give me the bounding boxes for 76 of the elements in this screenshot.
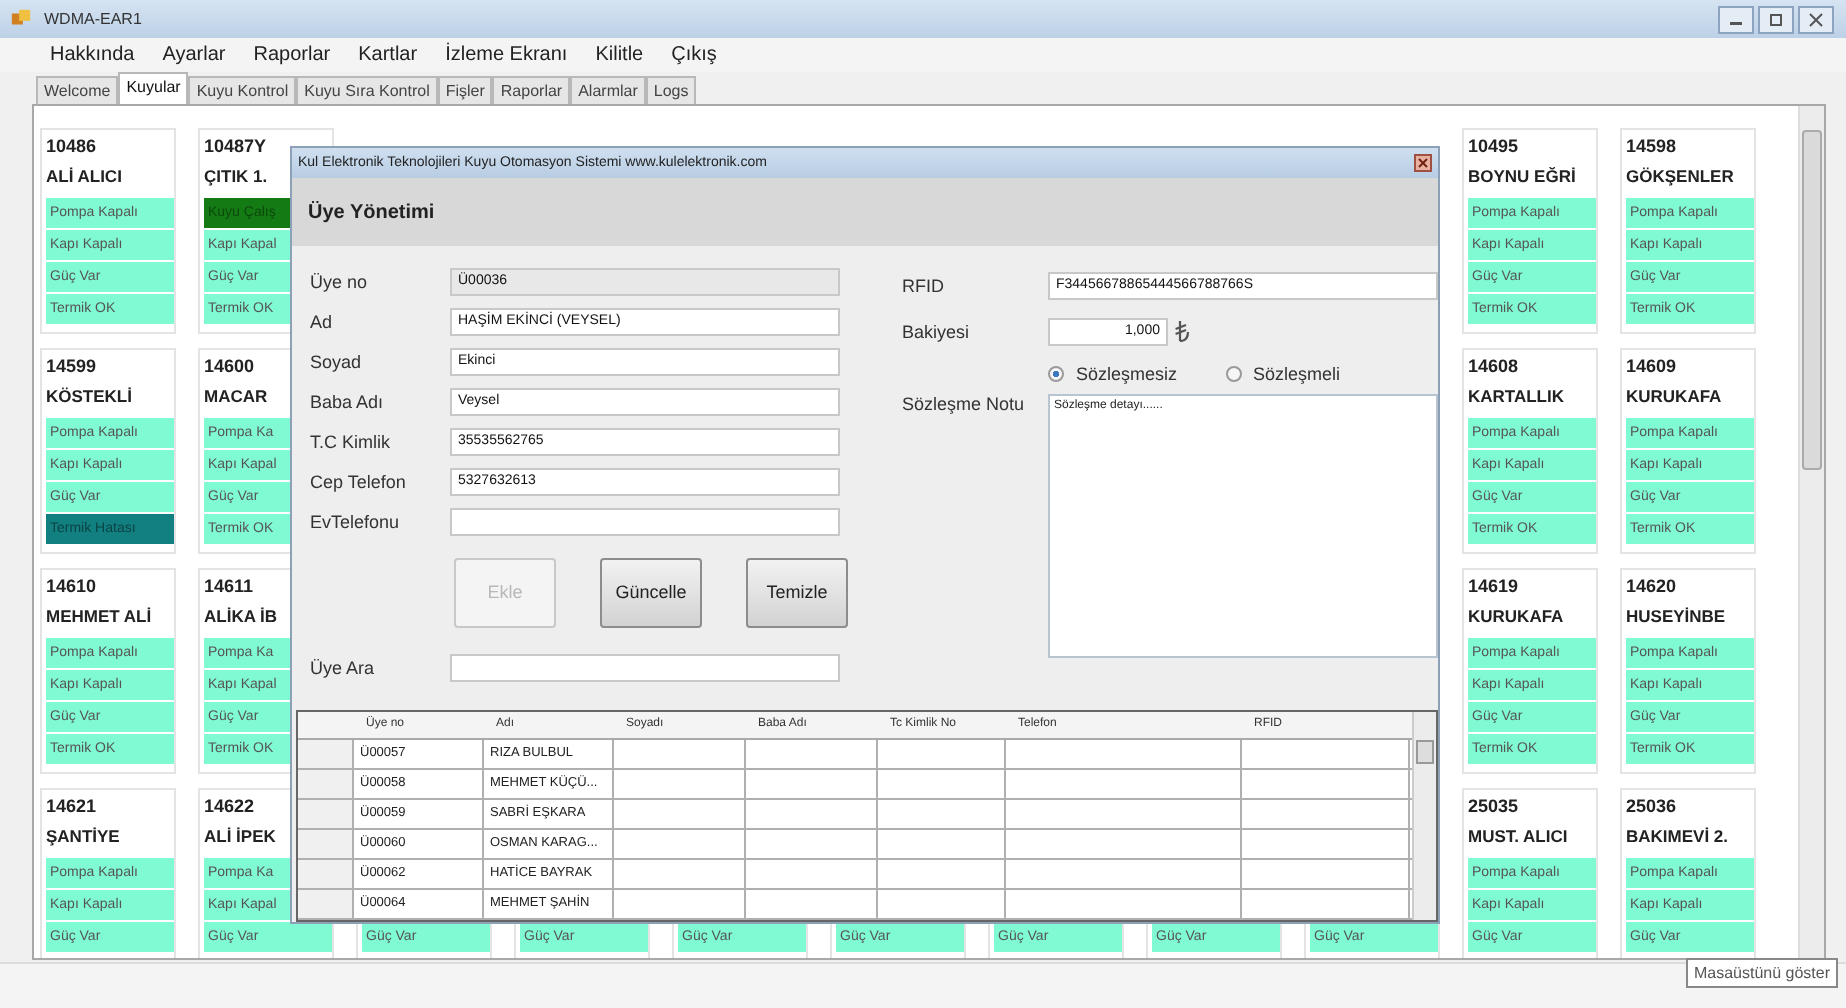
radio-option[interactable]: Sözleşmesiz xyxy=(1048,364,1178,384)
field-label: Sözleşme Notu xyxy=(902,394,1027,414)
well-name: KARTALLIK xyxy=(1468,384,1564,410)
well-name: BOYNU EĞRİ xyxy=(1468,164,1576,190)
well-name: MACAR xyxy=(204,384,268,410)
tooltip: Masaüstünü göster xyxy=(1685,958,1838,988)
menu-item[interactable]: Raporlar xyxy=(253,44,331,66)
tab[interactable]: Raporlar xyxy=(492,76,571,104)
field-label: Bakiyesi xyxy=(902,321,972,341)
well-number: 10487Y xyxy=(204,134,267,158)
well-name: MUST. ALICI xyxy=(1468,824,1568,850)
well-number: 14609 xyxy=(1626,354,1677,378)
well-number: 14608 xyxy=(1468,354,1519,378)
close-icon xyxy=(1806,11,1826,27)
lira-icon xyxy=(1174,320,1190,342)
action-button[interactable]: Güncelle xyxy=(600,557,702,628)
close-button[interactable] xyxy=(1798,5,1834,33)
scrollbar[interactable] xyxy=(1798,106,1824,958)
app-icon xyxy=(10,8,32,30)
well-number: 14621 xyxy=(46,794,97,818)
input-field[interactable] xyxy=(450,507,840,536)
well-number: 14600 xyxy=(204,354,255,378)
menu-item[interactable]: Ayarlar xyxy=(162,44,226,66)
row-header[interactable] xyxy=(298,800,354,828)
radio-option[interactable]: Sözleşmeli xyxy=(1225,364,1341,384)
maximize-icon xyxy=(1766,11,1786,27)
well-number: 25036 xyxy=(1626,794,1677,818)
well-number: 25035 xyxy=(1468,794,1519,818)
menu-item[interactable]: İzleme Ekranı xyxy=(445,44,568,66)
search-field[interactable] xyxy=(450,654,840,683)
tab[interactable]: Kuyular xyxy=(118,72,189,104)
window-title: WDMA-EAR1 xyxy=(44,10,142,28)
tab[interactable]: Kuyu Sıra Kontrol xyxy=(296,76,438,104)
well-name: ALİ İPEK xyxy=(204,824,276,850)
menu-item[interactable]: Kartlar xyxy=(358,44,418,66)
row-header[interactable] xyxy=(298,890,354,918)
maximize-button[interactable] xyxy=(1758,5,1794,33)
tab[interactable]: Welcome xyxy=(36,76,119,104)
menu-item[interactable]: Hakkında xyxy=(50,44,135,66)
well-name: HUSEYİNBE xyxy=(1626,604,1726,630)
scrollbar[interactable] xyxy=(1412,712,1436,920)
well-name: ÇITIK 1. xyxy=(204,164,268,190)
well-number: 14598 xyxy=(1626,134,1677,158)
well-name: ALİ ALICI xyxy=(46,164,122,190)
well-number: 14622 xyxy=(204,794,255,818)
field-label: Soyad xyxy=(310,351,364,372)
well-name: KURUKAFA xyxy=(1626,384,1722,410)
close-icon[interactable] xyxy=(1414,154,1432,172)
well-number: 14620 xyxy=(1626,574,1677,598)
row-header[interactable] xyxy=(298,830,354,858)
well-name: MEHMET ALİ xyxy=(46,604,152,630)
well-number: 10495 xyxy=(1468,134,1519,158)
action-button[interactable]: Temizle xyxy=(746,557,848,628)
field-label: Baba Adı xyxy=(310,391,386,412)
row-header[interactable] xyxy=(298,740,354,768)
well-number: 14619 xyxy=(1468,574,1519,598)
menu-item[interactable]: Çıkış xyxy=(671,44,717,66)
well-number: 14610 xyxy=(46,574,97,598)
minimize-button[interactable] xyxy=(1718,5,1754,33)
well-name: KURUKAFA xyxy=(1468,604,1564,630)
well-name: GÖKŞENLER xyxy=(1626,164,1734,190)
well-number: 14611 xyxy=(204,574,254,598)
tab[interactable]: Kuyu Kontrol xyxy=(188,76,297,104)
row-header[interactable] xyxy=(298,770,354,798)
tab[interactable]: Fişler xyxy=(437,76,493,104)
field-label: RFID xyxy=(902,275,946,295)
well-name: ALİKA İB xyxy=(204,604,278,630)
well-name: ŞANTİYE xyxy=(46,824,120,850)
menu-item[interactable]: Kilitle xyxy=(595,44,644,66)
well-number: 14599 xyxy=(46,354,97,378)
row-header[interactable] xyxy=(298,860,354,888)
tab[interactable]: Logs xyxy=(645,76,697,104)
tab[interactable]: Alarmlar xyxy=(570,76,646,104)
well-name: KÖSTEKLİ xyxy=(46,384,132,410)
well-number: 10486 xyxy=(46,134,97,158)
well-name: BAKIMEVİ 2. xyxy=(1626,824,1729,850)
